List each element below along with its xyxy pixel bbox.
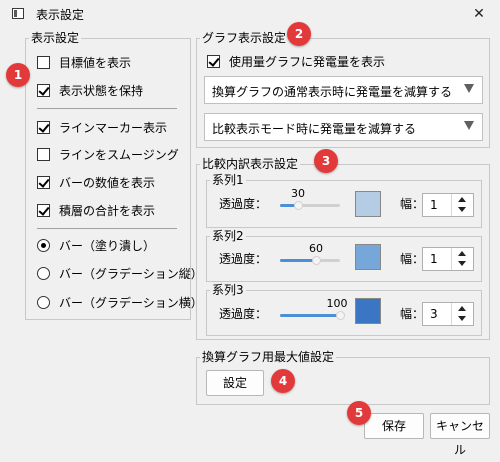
series1-color-swatch[interactable] [355, 191, 381, 217]
display-settings-title: 表示設定 [29, 31, 82, 45]
window-title: 表示設定 [36, 8, 85, 22]
series1-width-label: 幅： [400, 197, 425, 211]
cancel-button[interactable]: キャンセル [430, 413, 490, 457]
series3-width-label: 幅： [400, 307, 425, 321]
separator [37, 228, 177, 229]
series2-width-value: 1 [430, 252, 438, 266]
breakdown-settings-title: 比較内訳表示設定 [200, 157, 301, 171]
max-value-settings-button[interactable]: 設定 [206, 370, 264, 396]
target-value-label: 目標値を表示 [59, 56, 132, 70]
bar-gradient-vertical-radio[interactable] [37, 267, 50, 280]
stack-total-checkbox[interactable] [37, 204, 50, 217]
bar-fill-label: バー（塗り潰し） [59, 239, 156, 253]
bar-gradient-horizontal-radio[interactable] [37, 296, 50, 309]
series3-opacity-value: 100 [326, 297, 348, 310]
series2-color-swatch[interactable] [355, 244, 381, 270]
series3-color-swatch[interactable] [355, 298, 381, 324]
line-marker-label: ラインマーカー表示 [59, 121, 168, 135]
spin-up-icon[interactable] [458, 306, 466, 311]
close-icon[interactable]: ✕ [458, 0, 500, 28]
bar-gradient-vertical-label: バー（グラデーション縦） [59, 267, 203, 281]
graph-settings-title: グラフ表示設定 [200, 31, 289, 45]
series2-opacity-label: 透過度： [219, 252, 268, 266]
annotation-marker-2: 2 [287, 22, 311, 46]
app-icon [12, 8, 24, 19]
series1-opacity-thumb[interactable] [294, 201, 303, 210]
keep-state-label: 表示状態を保持 [59, 84, 144, 98]
series1-width-spinbox[interactable]: 1 [422, 193, 474, 217]
usage-graph-label: 使用量グラフに発電量を表示 [229, 55, 386, 69]
series3-opacity-label: 透過度： [219, 307, 268, 321]
save-button[interactable]: 保存 [364, 413, 424, 439]
series1-opacity-value: 30 [291, 187, 305, 200]
series2-width-label: 幅： [400, 252, 425, 266]
series1-title: 系列1 [210, 173, 246, 187]
chevron-down-icon [464, 84, 474, 93]
line-smoothing-checkbox[interactable] [37, 148, 50, 161]
target-value-checkbox[interactable] [37, 56, 50, 69]
series3-title: 系列3 [210, 283, 246, 297]
compare-subtract-dropdown[interactable]: 比較表示モード時に発電量を減算する [204, 113, 483, 141]
series2-opacity-fill [280, 259, 316, 262]
bar-fill-radio[interactable] [37, 239, 50, 252]
spin-down-icon[interactable] [458, 261, 466, 266]
spin-up-icon[interactable] [458, 197, 466, 202]
bar-values-label: バーの数値を表示 [59, 176, 156, 190]
separator [37, 108, 177, 109]
series2-opacity-value: 60 [309, 242, 323, 255]
max-value-title: 換算グラフ用最大値設定 [200, 350, 337, 364]
line-smoothing-label: ラインをスムージング [59, 148, 179, 162]
annotation-marker-4: 4 [271, 369, 295, 393]
conversion-subtract-dropdown[interactable]: 換算グラフの通常表示時に発電量を減算する [204, 76, 483, 104]
bar-gradient-horizontal-label: バー（グラデーション横） [59, 296, 203, 310]
spin-down-icon[interactable] [458, 316, 466, 321]
chevron-down-icon [464, 121, 474, 130]
series3-width-value: 3 [430, 307, 438, 321]
spin-up-icon[interactable] [458, 251, 466, 256]
compare-subtract-value: 比較表示モード時に発電量を減算する [212, 122, 417, 136]
annotation-marker-5: 5 [347, 401, 371, 425]
keep-state-checkbox[interactable] [37, 84, 50, 97]
series2-width-spinbox[interactable]: 1 [422, 247, 474, 271]
series3-width-spinbox[interactable]: 3 [422, 302, 474, 326]
conversion-subtract-value: 換算グラフの通常表示時に発電量を減算する [212, 85, 453, 99]
usage-graph-checkbox[interactable] [207, 55, 220, 68]
series1-opacity-label: 透過度： [219, 197, 268, 211]
stack-total-label: 積層の合計を表示 [59, 204, 156, 218]
series3-opacity-thumb[interactable] [336, 311, 345, 320]
series1-width-value: 1 [430, 198, 438, 212]
series2-title: 系列2 [210, 229, 246, 243]
series3-opacity-fill [280, 314, 340, 317]
bar-values-checkbox[interactable] [37, 176, 50, 189]
line-marker-checkbox[interactable] [37, 121, 50, 134]
series2-opacity-thumb[interactable] [312, 256, 321, 265]
spin-down-icon[interactable] [458, 207, 466, 212]
annotation-marker-3: 3 [314, 149, 338, 173]
annotation-marker-1: 1 [6, 63, 30, 87]
